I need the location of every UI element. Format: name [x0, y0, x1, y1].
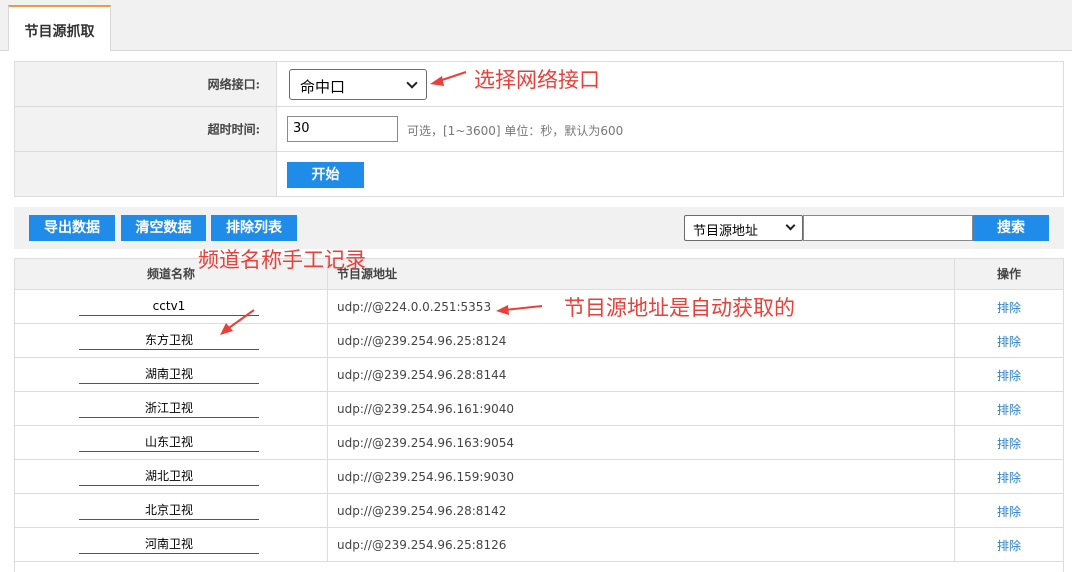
table-row: 山东卫视 udp://@239.254.96.163:9054 排除 — [15, 426, 1063, 460]
tab-bar: 节目源抓取 — [0, 0, 1072, 51]
channel-name-input[interactable]: 浙江卫视 — [79, 398, 259, 418]
annotation-select-interface: 选择网络接口 — [474, 68, 600, 92]
source-address: udp://@239.254.96.161:9040 — [337, 402, 514, 416]
channel-name-input[interactable]: 湖北卫视 — [79, 466, 259, 486]
clear-data-button[interactable]: 清空数据 — [121, 215, 206, 241]
action-cell: 排除 — [955, 426, 1063, 459]
search-input[interactable] — [803, 215, 973, 241]
table-row: 东方卫视 udp://@239.254.96.25:8124 排除 — [15, 324, 1063, 358]
table-header: 频道名称 节目源地址 操作 — [15, 259, 1063, 290]
name-cell: 东方卫视 — [15, 324, 328, 357]
action-cell: 排除 — [955, 324, 1063, 357]
address-cell: udp://@239.254.96.159:9030 — [329, 460, 955, 493]
interface-select-value: 命中口 — [300, 78, 346, 96]
name-cell: 山东卫视 — [15, 426, 328, 459]
timeout-hint: 可选，[1~3600] 单位：秒，默认为600 — [407, 124, 624, 138]
action-cell: 排除 — [955, 358, 1063, 391]
channel-name-input[interactable]: 北京卫视 — [79, 500, 259, 520]
name-cell: 浙江卫视 — [15, 392, 328, 425]
name-cell: 湖南卫视 — [15, 358, 328, 391]
form-row-actions: 开始 — [15, 152, 1063, 196]
chevron-down-icon — [406, 77, 418, 89]
source-table: 频道名称 节目源地址 操作 cctv1 udp://@224.0.0.251:5… — [14, 258, 1064, 572]
exclude-link[interactable]: 排除 — [955, 367, 1063, 384]
address-cell: udp://@239.254.96.28:8144 — [329, 358, 955, 391]
name-cell: cctv1 — [15, 290, 328, 323]
annotation-manual-names: 频道名称手工记录 — [198, 248, 366, 272]
address-cell: udp://@239.254.96.28:8142 — [329, 494, 955, 527]
address-cell: udp://@239.254.96.25:8124 — [329, 324, 955, 357]
annotation-auto-address: 节目源地址是自动获取的 — [564, 296, 795, 320]
exclude-link[interactable]: 排除 — [955, 299, 1063, 316]
timeout-label-cell: 超时时间: — [15, 107, 277, 151]
source-address: udp://@239.254.96.25:8126 — [337, 538, 507, 552]
form-row-timeout: 超时时间: 30 可选，[1~3600] 单位：秒，默认为600 — [15, 107, 1063, 152]
name-cell: 河南卫视 — [15, 528, 328, 561]
exclude-link[interactable]: 排除 — [955, 401, 1063, 418]
name-cell: 湖北卫视 — [15, 460, 328, 493]
actions-label-cell — [15, 152, 277, 196]
action-cell: 排除 — [955, 290, 1063, 323]
channel-name-input[interactable]: 湖南卫视 — [79, 364, 259, 384]
exclude-link[interactable]: 排除 — [955, 333, 1063, 350]
header-action: 操作 — [996, 267, 1021, 281]
interface-select[interactable]: 命中口 — [289, 69, 427, 100]
tab-source-capture[interactable]: 节目源抓取 — [8, 5, 111, 51]
source-address: udp://@239.254.96.163:9054 — [337, 436, 514, 450]
search-button[interactable]: 搜索 — [973, 215, 1049, 241]
interface-label-cell: 网络接口: — [15, 62, 277, 106]
exclude-link[interactable]: 排除 — [955, 435, 1063, 452]
source-address: udp://@239.254.96.25:8124 — [337, 334, 507, 348]
action-cell: 排除 — [955, 392, 1063, 425]
table-row: 北京卫视 udp://@239.254.96.28:8142 排除 — [15, 494, 1063, 528]
search-field-value: 节目源地址 — [693, 224, 759, 239]
channel-name-input[interactable]: cctv1 — [79, 296, 259, 316]
search-field-select[interactable]: 节目源地址 — [684, 215, 803, 241]
table-row: 河南卫视 udp://@239.254.96.25:8126 排除 — [15, 528, 1063, 562]
table-row: 湖南卫视 udp://@239.254.96.28:8144 排除 — [15, 358, 1063, 392]
start-button[interactable]: 开始 — [287, 162, 364, 188]
exclude-list-button[interactable]: 排除列表 — [211, 215, 297, 241]
address-cell: udp://@239.254.96.25:8126 — [329, 528, 955, 561]
source-address: udp://@239.254.96.28:8144 — [337, 368, 507, 382]
timeout-label: 超时时间: — [207, 122, 260, 137]
table-row: 浙江卫视 udp://@239.254.96.161:9040 排除 — [15, 392, 1063, 426]
channel-name-input[interactable]: 山东卫视 — [79, 432, 259, 452]
chevron-down-icon — [785, 220, 796, 231]
exclude-link[interactable]: 排除 — [955, 503, 1063, 520]
action-cell: 排除 — [955, 494, 1063, 527]
address-cell: udp://@239.254.96.163:9054 — [329, 426, 955, 459]
data-toolbar: 导出数据 清空数据 排除列表 节目源地址 搜索 — [14, 207, 1064, 249]
action-cell: 排除 — [955, 460, 1063, 493]
interface-label: 网络接口: — [207, 77, 260, 92]
name-cell: 北京卫视 — [15, 494, 328, 527]
exclude-link[interactable]: 排除 — [955, 537, 1063, 554]
channel-name-input[interactable]: 东方卫视 — [79, 330, 259, 350]
source-address: udp://@239.254.96.159:9030 — [337, 470, 514, 484]
table-row: cctv1 udp://@224.0.0.251:5353 排除 — [15, 290, 1063, 324]
export-data-button[interactable]: 导出数据 — [29, 215, 115, 241]
action-cell: 排除 — [955, 528, 1063, 561]
address-cell: udp://@239.254.96.161:9040 — [329, 392, 955, 425]
exclude-link[interactable]: 排除 — [955, 469, 1063, 486]
tab-label: 节目源抓取 — [24, 24, 95, 40]
timeout-input[interactable]: 30 — [287, 116, 398, 142]
table-body: cctv1 udp://@224.0.0.251:5353 排除 东方卫视 ud… — [15, 290, 1063, 562]
source-address: udp://@239.254.96.28:8142 — [337, 504, 507, 518]
header-source-address: 节目源地址 — [329, 259, 955, 290]
channel-name-input[interactable]: 河南卫视 — [79, 534, 259, 554]
table-row: 湖北卫视 udp://@239.254.96.159:9030 排除 — [15, 460, 1063, 494]
source-address: udp://@224.0.0.251:5353 — [337, 300, 492, 314]
